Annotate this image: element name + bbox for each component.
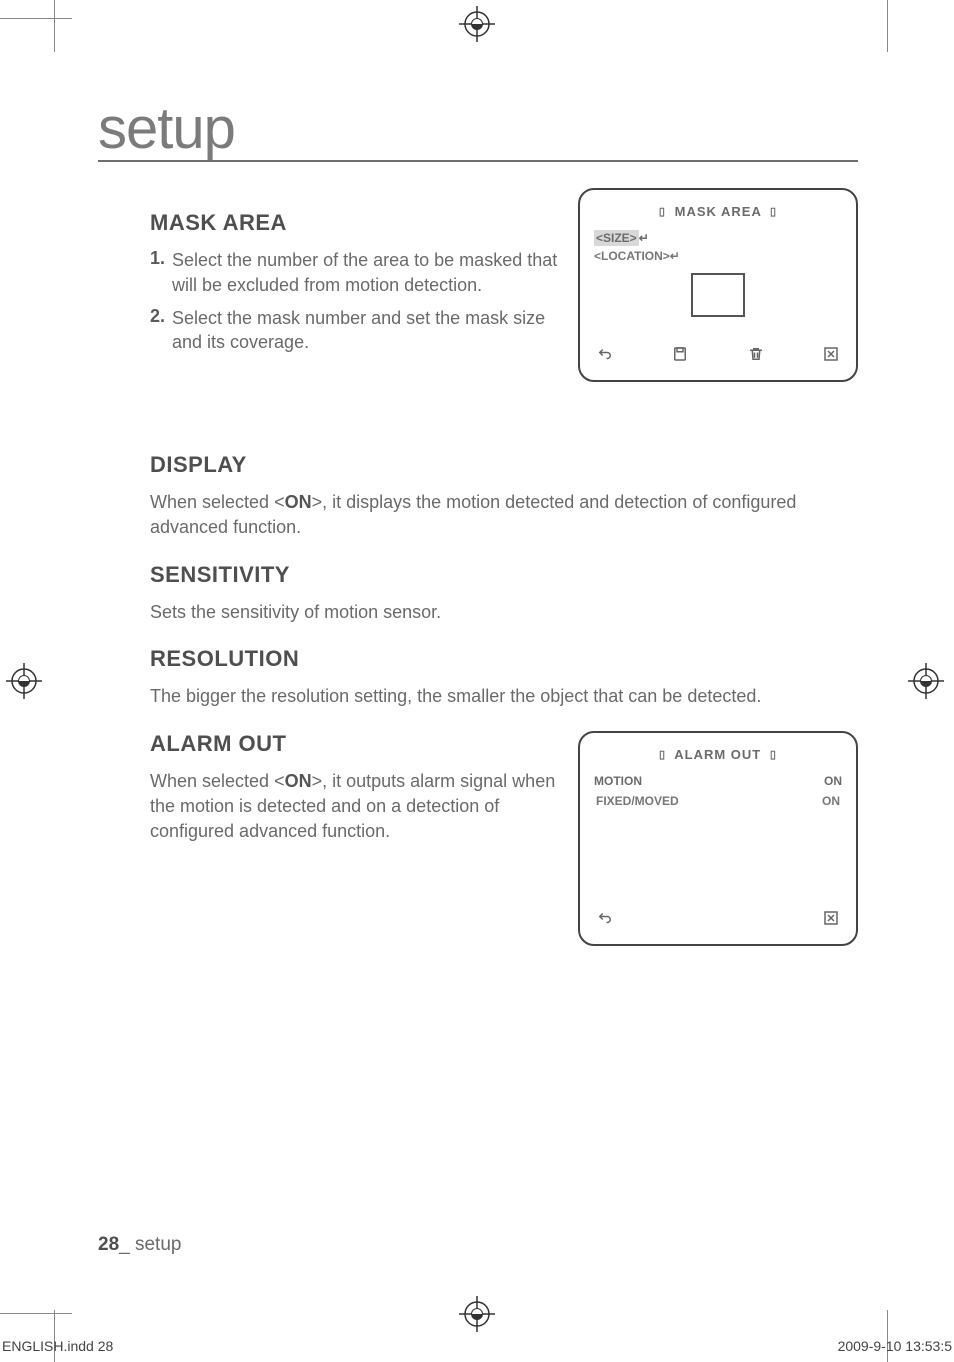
resolution-heading: RESOLUTION [150,646,858,672]
display-section: DISPLAY When selected <ON>, it displays … [150,452,858,540]
registration-mark-icon [908,663,944,699]
step-number: 2. [150,306,165,327]
crop-mark [887,0,888,52]
on-keyword: ON [285,492,312,512]
chapter-title: setup [98,100,858,162]
osd-location-label: <LOCATION> [594,249,670,263]
enter-icon: ↵ [639,231,649,245]
step-text: Select the mask number and set the mask … [172,308,545,353]
bracket-icon: ▯ [659,749,666,761]
osd-label: MOTION [594,772,642,791]
sensitivity-text: Sets the sensitivity of motion sensor. [150,600,858,625]
bracket-icon: ▯ [659,206,666,218]
osd-value: ON [824,772,842,791]
step-1: 1. Select the number of the area to be m… [150,248,562,298]
sensitivity-section: SENSITIVITY Sets the sensitivity of moti… [150,562,858,625]
crop-mark [54,0,55,52]
osd-table: MOTION ON FIXED/MOVED ON [594,772,842,810]
osd-row-fixedmoved: FIXED/MOVED ON [594,792,842,811]
registration-mark-icon [459,1296,495,1332]
page-number: 28 [98,1234,119,1255]
osd-row-size: <SIZE>↵ [594,229,842,247]
registration-mark-icon [6,663,42,699]
osd-title-text: ALARM OUT [674,747,761,762]
step-number: 1. [150,248,165,269]
alarm-out-heading: ALARM OUT [150,731,562,757]
display-heading: DISPLAY [150,452,858,478]
mask-preview-box [691,273,745,317]
alarm-out-osd: ▯ ALARM OUT ▯ MOTION ON FIXED/MOVED ON [578,731,858,945]
osd-title: ▯ MASK AREA ▯ [594,204,842,219]
crop-mark [0,1313,72,1314]
delete-icon [747,345,765,368]
osd-row-location: <LOCATION>↵ [594,247,842,265]
footer-section: _ setup [119,1234,181,1255]
alarm-out-section: ALARM OUT When selected <ON>, it outputs… [150,731,858,945]
close-icon [822,345,840,368]
save-icon [671,345,689,368]
page-content: setup MASK AREA 1. Select the number of … [98,100,858,946]
alarm-out-text: When selected <ON>, it outputs alarm sig… [150,769,562,843]
slug-right: 2009-9-10 13:53:5 [838,1338,952,1354]
sensitivity-heading: SENSITIVITY [150,562,858,588]
osd-label: FIXED/MOVED [596,792,679,811]
bracket-icon: ▯ [770,749,777,761]
osd-row-motion: MOTION ON [594,772,842,791]
osd-size-label: <SIZE> [596,231,637,245]
text-fragment: When selected < [150,771,285,791]
osd-icon-row [594,345,842,368]
resolution-text: The bigger the resolution setting, the s… [150,684,858,709]
osd-title-text: MASK AREA [675,204,762,219]
registration-mark-icon [459,6,495,42]
back-icon [596,909,614,932]
crop-mark [0,18,72,19]
osd-title: ▯ ALARM OUT ▯ [594,747,842,762]
text-fragment: When selected < [150,492,285,512]
step-2: 2. Select the mask number and set the ma… [150,306,562,356]
slug-left: ENGLISH.indd 28 [2,1338,113,1354]
close-icon [822,909,840,932]
step-text: Select the number of the area to be mask… [172,250,557,295]
mask-area-section: MASK AREA 1. Select the number of the ar… [150,188,858,382]
back-icon [596,345,614,368]
enter-icon: ↵ [670,249,680,263]
resolution-section: RESOLUTION The bigger the resolution set… [150,646,858,709]
on-keyword: ON [285,771,312,791]
osd-value: ON [822,792,840,811]
crop-mark [887,1310,888,1362]
display-text: When selected <ON>, it displays the moti… [150,490,858,540]
crop-mark [54,1310,55,1362]
bracket-icon: ▯ [770,206,777,218]
page-footer: 28_ setup [98,1234,181,1256]
mask-area-osd: ▯ MASK AREA ▯ <SIZE>↵ <LOCATION>↵ [578,188,858,382]
osd-icon-row [594,909,842,932]
mask-area-heading: MASK AREA [150,210,562,236]
